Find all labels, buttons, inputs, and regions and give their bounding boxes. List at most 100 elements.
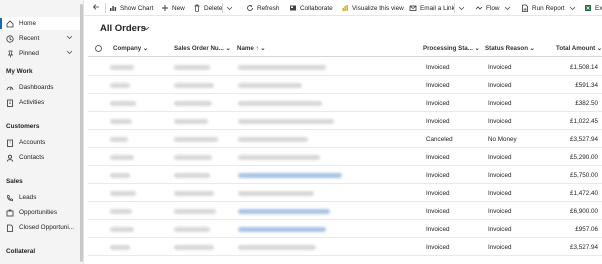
clipboard-icon — [6, 99, 14, 107]
sidebar-item-label: Activities — [19, 99, 45, 106]
run-report-button[interactable]: Run Report — [521, 0, 579, 16]
status-reason-cell: Invoiced — [488, 154, 512, 161]
order-number-cell-redacted[interactable] — [174, 137, 218, 142]
refresh-button[interactable]: Refresh — [246, 0, 279, 16]
sidebar-item-home[interactable]: Home — [0, 17, 80, 30]
table-row[interactable]: Invoiced Invoiced £1,508.14 — [88, 58, 602, 76]
order-number-cell-redacted[interactable] — [174, 101, 212, 106]
company-cell-redacted[interactable] — [110, 227, 134, 232]
collaborate-button[interactable]: Collaborate — [289, 0, 333, 16]
column-header-total-amount[interactable]: Total Amount ⌄ — [556, 45, 602, 52]
trash-icon — [194, 4, 200, 12]
delete-button[interactable]: Delete — [193, 0, 222, 16]
sidebar-item-label: Accounts — [19, 139, 46, 146]
command-bar: Show Chart New Delete Refresh Collaborat… — [84, 0, 602, 16]
total-amount-cell: £6,900.00 — [569, 208, 598, 215]
order-number-cell-redacted[interactable] — [174, 191, 214, 196]
sidebar-scrollbar[interactable] — [80, 4, 83, 262]
select-all-checkbox[interactable] — [95, 45, 102, 52]
chevron-down-icon[interactable] — [143, 26, 150, 33]
home-icon — [6, 19, 14, 28]
chevron-down-icon: ⌄ — [225, 45, 231, 52]
order-number-cell-redacted[interactable] — [174, 119, 208, 124]
name-cell-redacted[interactable] — [238, 83, 302, 88]
table-row[interactable]: Canceled No Money £3,527.94 — [88, 130, 602, 148]
visualize-button[interactable]: Visualize this view — [341, 0, 404, 16]
column-header-status-reason[interactable]: Status Reason ⌄ — [485, 45, 535, 52]
company-cell-redacted[interactable] — [110, 101, 136, 106]
total-amount-cell: £5,750.00 — [569, 172, 598, 179]
order-number-cell-redacted[interactable] — [174, 65, 210, 70]
order-number-cell-redacted[interactable] — [174, 227, 210, 232]
name-cell-redacted[interactable] — [238, 137, 308, 142]
new-button[interactable]: New — [161, 0, 185, 16]
status-reason-cell: Invoiced — [488, 64, 512, 71]
company-cell-redacted[interactable] — [110, 83, 130, 88]
chevron-down-icon[interactable] — [66, 50, 73, 57]
name-cell-redacted[interactable] — [238, 155, 320, 160]
table-row[interactable]: Invoiced Invoiced £1,472.40 — [88, 184, 602, 202]
mail-icon — [409, 5, 417, 11]
column-header-name[interactable]: Name ↑ ⌄ — [237, 45, 266, 52]
sidebar-item-pinned[interactable]: Pinned — [0, 47, 80, 60]
company-cell-redacted[interactable] — [110, 173, 130, 178]
dashboard-icon — [6, 84, 14, 92]
column-header-company[interactable]: Company ⌄ — [113, 45, 148, 52]
back-arrow-icon — [92, 3, 103, 13]
table-row[interactable]: Invoiced Invoiced £6,900.00 — [88, 202, 602, 220]
table-row[interactable]: Invoiced Invoiced £591.34 — [88, 76, 602, 94]
sidebar-item-recent[interactable]: Recent — [0, 32, 80, 45]
table-row[interactable]: Invoiced Invoiced £5,750.00 — [88, 166, 602, 184]
flow-button[interactable]: Flow — [475, 0, 514, 16]
order-number-cell-redacted[interactable] — [174, 155, 212, 160]
name-cell-redacted[interactable] — [238, 191, 314, 196]
view-selector-title[interactable]: All Orders — [100, 23, 146, 34]
company-cell-redacted[interactable] — [110, 245, 130, 250]
order-number-cell-redacted[interactable] — [174, 209, 216, 214]
chevron-down-icon: ⌄ — [474, 45, 480, 52]
company-cell-redacted[interactable] — [110, 209, 132, 214]
company-cell-redacted[interactable] — [110, 119, 132, 124]
sidebar-group-my-work: My Work — [6, 68, 33, 75]
company-cell-redacted[interactable] — [110, 191, 136, 196]
sidebar-item-closed-opportunities[interactable]: Closed Opportuni... — [0, 221, 80, 234]
sidebar-item-label: Contacts — [19, 154, 45, 161]
sidebar-item-dashboards[interactable]: Dashboards — [0, 81, 80, 94]
company-cell-redacted[interactable] — [110, 155, 134, 160]
total-amount-cell: £1,022.45 — [569, 118, 598, 125]
column-header-processing-status[interactable]: Processing Sta... ⌄ — [423, 45, 480, 52]
email-link-dropdown[interactable] — [458, 0, 468, 16]
sidebar-item-opportunities[interactable]: Opportunities — [0, 206, 80, 219]
delete-options-dropdown[interactable] — [226, 0, 236, 16]
name-cell-redacted[interactable] — [238, 173, 342, 178]
table-row[interactable]: Invoiced Invoiced £382.50 — [88, 94, 602, 112]
column-header-order-number[interactable]: Sales Order Nu... ⌄ — [174, 45, 231, 52]
name-cell-redacted[interactable] — [238, 245, 316, 250]
sidebar-item-activities[interactable]: Activities — [0, 96, 80, 109]
processing-status-cell: Invoiced — [426, 100, 450, 107]
table-row[interactable]: Invoiced Invoiced £5,290.00 — [88, 148, 602, 166]
table-row[interactable]: Invoiced Invoiced £3,527.94 — [88, 238, 602, 256]
chevron-down-icon[interactable] — [66, 35, 73, 42]
company-cell-redacted[interactable] — [110, 65, 134, 70]
order-number-cell-redacted[interactable] — [174, 173, 210, 178]
table-row[interactable]: Invoiced Invoiced £1,022.45 — [88, 112, 602, 130]
order-number-cell-redacted[interactable] — [174, 83, 214, 88]
name-cell-redacted[interactable] — [238, 227, 326, 232]
email-link-button[interactable]: Email a Link — [409, 0, 455, 16]
flow-label: Flow — [486, 4, 500, 12]
name-cell-redacted[interactable] — [238, 209, 330, 214]
name-cell-redacted[interactable] — [238, 65, 326, 70]
name-cell-redacted[interactable] — [238, 101, 322, 106]
total-amount-cell: £1,508.14 — [569, 64, 598, 71]
export-button[interactable]: Ex — [584, 0, 602, 16]
table-row[interactable]: Invoiced Invoiced £957.06 — [88, 220, 602, 238]
back-button[interactable] — [92, 0, 103, 16]
company-cell-redacted[interactable] — [110, 137, 128, 142]
sidebar-item-leads[interactable]: Leads — [0, 191, 80, 204]
sidebar-item-accounts[interactable]: Accounts — [0, 136, 80, 149]
name-cell-redacted[interactable] — [238, 119, 334, 124]
order-number-cell-redacted[interactable] — [174, 245, 214, 250]
sidebar-item-contacts[interactable]: Contacts — [0, 151, 80, 164]
show-chart-button[interactable]: Show Chart — [109, 0, 153, 16]
